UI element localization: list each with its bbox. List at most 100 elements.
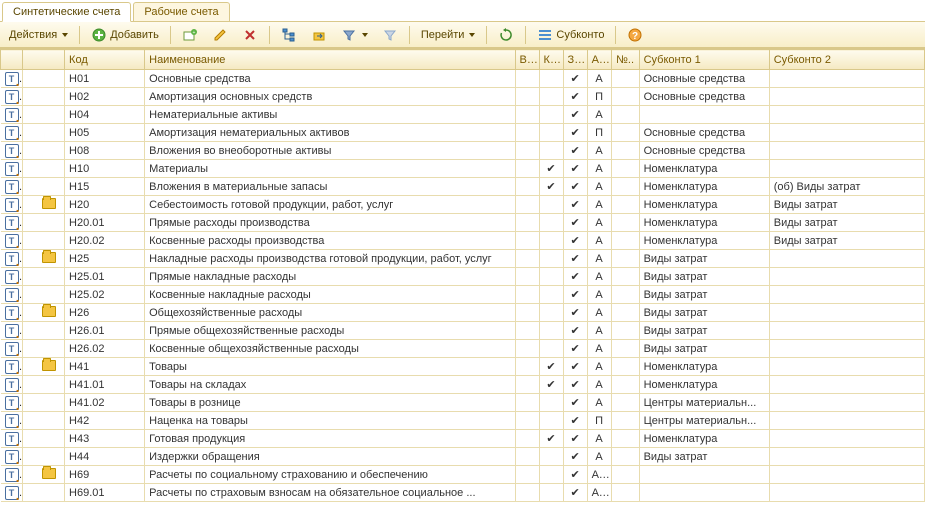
header-a[interactable]: А... — [587, 50, 611, 70]
separator — [615, 26, 616, 44]
b-cell — [515, 484, 539, 502]
header-folder[interactable] — [23, 50, 65, 70]
subkonto-button[interactable]: Субконто — [532, 25, 609, 45]
sk1-cell: Основные средства — [639, 142, 769, 160]
code-cell: Н10 — [65, 160, 145, 178]
header-sk2[interactable]: Субконто 2 — [769, 50, 924, 70]
move-button[interactable] — [306, 25, 332, 45]
delete-button[interactable] — [237, 25, 263, 45]
table-row[interactable]: TН04Нематериальные активы✔А — [1, 106, 925, 124]
code-cell: Н26.02 — [65, 340, 145, 358]
header-k[interactable]: К... — [539, 50, 563, 70]
no-cell — [611, 106, 639, 124]
a-cell: А — [587, 322, 611, 340]
table-row[interactable]: TН20Себестоимость готовой продукции, раб… — [1, 196, 925, 214]
name-cell: Вложения во внеоборотные активы — [145, 142, 515, 160]
table-row[interactable]: TН26.02Косвенные общехозяйственные расхо… — [1, 340, 925, 358]
funnel-icon — [341, 27, 357, 43]
z-cell: ✔ — [563, 376, 587, 394]
tab-label: Синтетические счета — [13, 6, 120, 18]
table-row[interactable]: TН25.01Прямые накладные расходы✔АВиды за… — [1, 268, 925, 286]
table-row[interactable]: TН25Накладные расходы производства готов… — [1, 250, 925, 268]
table-row[interactable]: TН41.01Товары на складах✔✔АНоменклатура — [1, 376, 925, 394]
k-cell — [539, 484, 563, 502]
chevron-down-icon — [62, 33, 68, 37]
table-row[interactable]: TН42Наценка на товары✔ПЦентры материальн… — [1, 412, 925, 430]
check-icon: ✔ — [570, 216, 579, 229]
code-cell: Н26 — [65, 304, 145, 322]
b-cell — [515, 214, 539, 232]
hierarchy-button[interactable] — [276, 25, 302, 45]
header-z[interactable]: З... — [563, 50, 587, 70]
help-button[interactable]: ? — [622, 25, 648, 45]
sk1-cell: Виды затрат — [639, 250, 769, 268]
header-code[interactable]: Код — [65, 50, 145, 70]
row-marker-cell: T — [1, 142, 23, 160]
add-row-button[interactable]: + — [177, 25, 203, 45]
row-marker-cell: T — [1, 160, 23, 178]
a-cell: А — [587, 214, 611, 232]
a-cell: А — [587, 70, 611, 88]
check-icon: ✔ — [570, 396, 579, 409]
name-cell: Издержки обращения — [145, 448, 515, 466]
check-icon: ✔ — [570, 288, 579, 301]
filter2-button[interactable] — [377, 25, 403, 45]
table-row[interactable]: TН20.02Косвенные расходы производства✔АН… — [1, 232, 925, 250]
table-row[interactable]: TН41Товары✔✔АНоменклатура — [1, 358, 925, 376]
header-sk1[interactable]: Субконто 1 — [639, 50, 769, 70]
table-row[interactable]: TН15Вложения в материальные запасы✔✔АНом… — [1, 178, 925, 196]
toolbar: Действия Добавить + — [0, 22, 925, 48]
a-cell: А — [587, 430, 611, 448]
folder-cell — [23, 250, 65, 268]
add-button[interactable]: Добавить — [86, 25, 164, 45]
check-icon: ✔ — [570, 90, 579, 103]
z-cell: ✔ — [563, 268, 587, 286]
row-marker-cell: T — [1, 178, 23, 196]
tab-synthetic-accounts[interactable]: Синтетические счета — [2, 2, 131, 22]
code-cell: Н43 — [65, 430, 145, 448]
table-row[interactable]: TН10Материалы✔✔АНоменклатура — [1, 160, 925, 178]
goto-button[interactable]: Перейти — [416, 25, 481, 45]
table-row[interactable]: TН25.02Косвенные накладные расходы✔АВиды… — [1, 286, 925, 304]
a-cell: А — [587, 358, 611, 376]
b-cell — [515, 178, 539, 196]
filter1-button[interactable] — [336, 25, 373, 45]
table-row[interactable]: TН08Вложения во внеоборотные активы✔АОсн… — [1, 142, 925, 160]
account-icon: T — [5, 198, 19, 212]
table-row[interactable]: TН41.02Товары в рознице✔АЦентры материал… — [1, 394, 925, 412]
table-row[interactable]: TН05Амортизация нематериальных активов✔П… — [1, 124, 925, 142]
sk2-cell — [769, 448, 924, 466]
check-icon: ✔ — [570, 360, 579, 373]
account-icon: T — [5, 162, 19, 176]
k-cell — [539, 412, 563, 430]
table-row[interactable]: TН26Общехозяйственные расходы✔АВиды затр… — [1, 304, 925, 322]
table-row[interactable]: TН69.01Расчеты по страховым взносам на о… — [1, 484, 925, 502]
table-row[interactable]: TН20.01Прямые расходы производства✔АНоме… — [1, 214, 925, 232]
name-cell: Товары на складах — [145, 376, 515, 394]
header-row: Код Наименование В... К... З... А... №..… — [1, 50, 925, 70]
refresh-button[interactable] — [493, 25, 519, 45]
sk2-cell — [769, 358, 924, 376]
a-cell: А — [587, 160, 611, 178]
account-icon: T — [5, 180, 19, 194]
actions-button[interactable]: Действия — [4, 25, 73, 45]
b-cell — [515, 160, 539, 178]
table-row[interactable]: TН43Готовая продукция✔✔АНоменклатура — [1, 430, 925, 448]
table-row[interactable]: TН26.01Прямые общехозяйственные расходы✔… — [1, 322, 925, 340]
header-no[interactable]: №.. — [611, 50, 639, 70]
folder-cell — [23, 394, 65, 412]
b-cell — [515, 70, 539, 88]
header-b[interactable]: В... — [515, 50, 539, 70]
header-name[interactable]: Наименование — [145, 50, 515, 70]
folder-cell — [23, 196, 65, 214]
grid[interactable]: Код Наименование В... К... З... А... №..… — [0, 48, 925, 528]
header-rowicon[interactable] — [1, 50, 23, 70]
tab-working-accounts[interactable]: Рабочие счета — [133, 2, 229, 21]
table-row[interactable]: TН44Издержки обращения✔АВиды затрат — [1, 448, 925, 466]
z-cell: ✔ — [563, 304, 587, 322]
edit-button[interactable] — [207, 25, 233, 45]
table-row[interactable]: TН69Расчеты по социальному страхованию и… — [1, 466, 925, 484]
table-row[interactable]: TН02Амортизация основных средств✔ПОсновн… — [1, 88, 925, 106]
k-cell: ✔ — [539, 376, 563, 394]
table-row[interactable]: TН01Основные средства✔АОсновные средства — [1, 70, 925, 88]
